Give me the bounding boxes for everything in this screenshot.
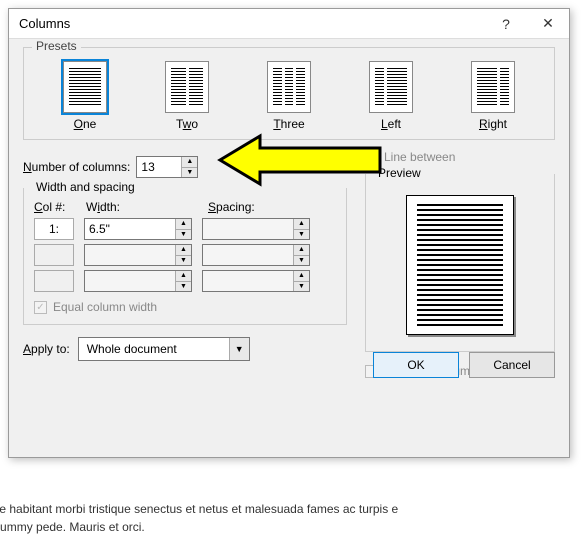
dialog-title: Columns (9, 16, 485, 31)
colnum-header: Col #: (34, 200, 76, 214)
checkmark-icon: ✓ (34, 301, 47, 314)
preview-lines (417, 204, 503, 326)
numcols-label: Number of columns: (23, 160, 130, 174)
apply-to-label: Apply to: (23, 342, 70, 356)
spin-up-icon[interactable]: ▲ (182, 157, 197, 168)
width-header: Width: (86, 200, 198, 214)
width-spacing-group: Width and spacing Col #: Width: Spacing:… (23, 188, 347, 325)
cancel-button[interactable]: Cancel (469, 352, 555, 378)
width-1-spinner[interactable]: ▲▼ (84, 218, 192, 240)
colnum-1: 1: (34, 218, 74, 240)
spacing-1-spinner: ▲▼ (202, 218, 310, 240)
apply-to-select[interactable]: Whole document ▼ (78, 337, 250, 361)
chevron-down-icon[interactable]: ▼ (229, 338, 249, 360)
preset-right-icon (471, 61, 515, 113)
equal-width-checkbox: ✓ Equal column width (34, 300, 336, 314)
checkbox-icon (365, 151, 378, 164)
numcols-spinner[interactable]: ▲▼ (136, 156, 198, 178)
preset-right[interactable]: Right (471, 61, 515, 131)
titlebar: Columns ? ✕ (9, 9, 569, 39)
line-between-checkbox: Line between (365, 150, 555, 164)
preview-legend: Preview (374, 166, 425, 180)
spacing-header: Spacing: (208, 200, 308, 214)
preview-group: Preview (365, 174, 555, 352)
line-between-label: Line between (384, 150, 455, 164)
preset-two[interactable]: Two (165, 61, 209, 131)
presets-group: Presets One Two Three Left Right (23, 47, 555, 140)
spacing-3-spinner: ▲▼ (202, 270, 310, 292)
preset-one-icon (63, 61, 107, 113)
preview-page (406, 195, 514, 335)
width-3-spinner: ▲▼ (84, 270, 192, 292)
width-1-input[interactable] (85, 219, 175, 239)
spin-down-icon[interactable]: ▼ (182, 168, 197, 178)
bg-line: nonummy pede. Mauris et orci. (0, 518, 583, 536)
help-button[interactable]: ? (485, 9, 527, 39)
preset-left[interactable]: Left (369, 61, 413, 131)
width-2-spinner: ▲▼ (84, 244, 192, 266)
close-button[interactable]: ✕ (527, 9, 569, 39)
apply-to-value: Whole document (79, 342, 229, 356)
preset-left-icon (369, 61, 413, 113)
preset-two-icon (165, 61, 209, 113)
colnum-2 (34, 244, 74, 266)
presets-legend: Presets (32, 39, 81, 53)
spacing-1-input (203, 219, 293, 239)
spacing-2-spinner: ▲▼ (202, 244, 310, 266)
bg-line: sque habitant morbi tristique senectus e… (0, 500, 583, 518)
preset-three-icon (267, 61, 311, 113)
colnum-3 (34, 270, 74, 292)
columns-dialog: Columns ? ✕ Presets One Two Three Left (8, 8, 570, 458)
width-spacing-legend: Width and spacing (32, 180, 139, 194)
preset-one[interactable]: One (63, 61, 107, 131)
ok-button[interactable]: OK (373, 352, 459, 378)
preset-three[interactable]: Three (267, 61, 311, 131)
numcols-input[interactable] (137, 157, 181, 177)
equal-width-label: Equal column width (53, 300, 157, 314)
